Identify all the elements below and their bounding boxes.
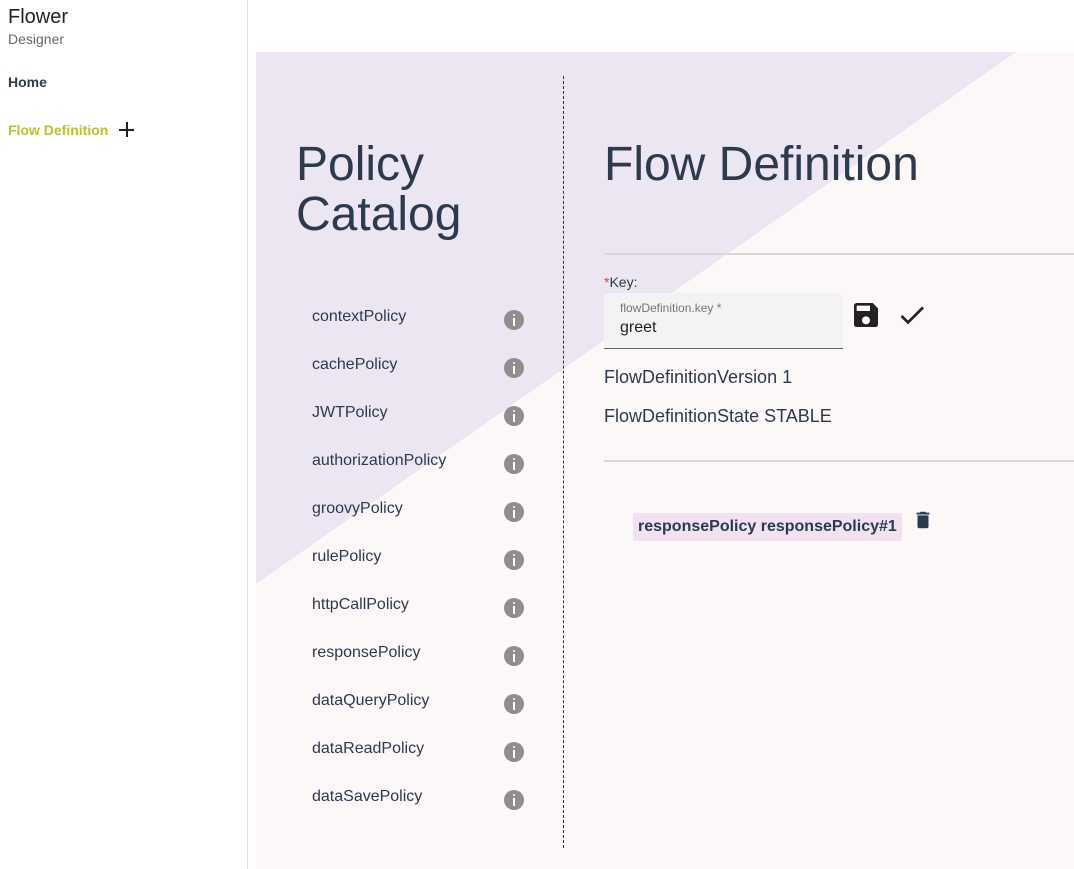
policy-name: authorizationPolicy — [312, 452, 447, 469]
info-icon[interactable] — [504, 406, 524, 426]
policy-name: groovyPolicy — [312, 500, 403, 517]
catalog-title-line2: Catalog — [296, 188, 462, 241]
vertical-divider — [563, 76, 564, 848]
info-icon[interactable] — [504, 646, 524, 666]
info-icon[interactable] — [504, 358, 524, 378]
flow-version: FlowDefinitionVersion 1 — [604, 367, 793, 387]
floppy-disk-icon[interactable] — [850, 299, 882, 331]
policy-list: contextPolicy cachePolicy JWTPolicy auth… — [312, 296, 542, 824]
key-label-text: Key: — [609, 274, 638, 290]
flow-definition-title: Flow Definition — [604, 138, 919, 191]
policy-item-data-read[interactable]: dataReadPolicy — [312, 728, 542, 776]
info-icon[interactable] — [504, 694, 524, 714]
sidebar-item-home[interactable]: Home — [8, 74, 47, 90]
policy-item-jwt[interactable]: JWTPolicy — [312, 392, 542, 440]
policy-item-data-query[interactable]: dataQueryPolicy — [312, 680, 542, 728]
app-title: Flower — [8, 6, 69, 28]
catalog-title-line1: Policy — [296, 138, 425, 191]
policy-catalog-title: Policy Catalog — [296, 140, 461, 240]
info-icon[interactable] — [504, 454, 524, 474]
main-panel: Policy Catalog contextPolicy cachePolicy… — [256, 52, 1074, 869]
info-icon[interactable] — [504, 550, 524, 570]
policy-item-groovy[interactable]: groovyPolicy — [312, 488, 542, 536]
info-icon[interactable] — [504, 742, 524, 762]
plus-icon[interactable] — [117, 119, 137, 139]
flow-state: FlowDefinitionState STABLE — [604, 406, 832, 426]
app-subtitle: Designer — [8, 31, 65, 47]
divider-top — [604, 253, 1074, 255]
key-label: *Key: — [604, 274, 637, 290]
sidebar: Flower Designer Home Flow Definition — [0, 0, 248, 869]
divider-bottom — [604, 460, 1074, 462]
info-icon[interactable] — [504, 502, 524, 522]
info-icon[interactable] — [504, 598, 524, 618]
policy-name: httpCallPolicy — [312, 596, 409, 613]
trash-icon[interactable] — [912, 509, 934, 531]
policy-name: dataSavePolicy — [312, 788, 423, 805]
policy-item-data-save[interactable]: dataSavePolicy — [312, 776, 542, 824]
sidebar-item-flow-definition[interactable]: Flow Definition — [8, 122, 108, 138]
flow-key-field[interactable]: flowDefinition.key * — [604, 293, 843, 349]
info-icon[interactable] — [504, 310, 524, 330]
policy-name: rulePolicy — [312, 548, 382, 565]
policy-item-rule[interactable]: rulePolicy — [312, 536, 542, 584]
policy-name: dataReadPolicy — [312, 740, 425, 757]
policy-name: JWTPolicy — [312, 404, 388, 421]
key-field-label: flowDefinition.key * — [620, 301, 722, 315]
policy-chip[interactable]: responsePolicy responsePolicy#1 — [633, 513, 902, 541]
policy-item-response[interactable]: responsePolicy — [312, 632, 542, 680]
policy-item-cache[interactable]: cachePolicy — [312, 344, 542, 392]
flow-key-input[interactable] — [620, 319, 820, 337]
policy-name: contextPolicy — [312, 308, 407, 325]
policy-item-context[interactable]: contextPolicy — [312, 296, 542, 344]
policy-name: responsePolicy — [312, 644, 421, 661]
policy-item-authorization[interactable]: authorizationPolicy — [312, 440, 542, 488]
check-icon[interactable] — [896, 299, 928, 331]
policy-name: cachePolicy — [312, 356, 398, 373]
info-icon[interactable] — [504, 790, 524, 810]
policy-name: dataQueryPolicy — [312, 692, 430, 709]
policy-item-http-call[interactable]: httpCallPolicy — [312, 584, 542, 632]
